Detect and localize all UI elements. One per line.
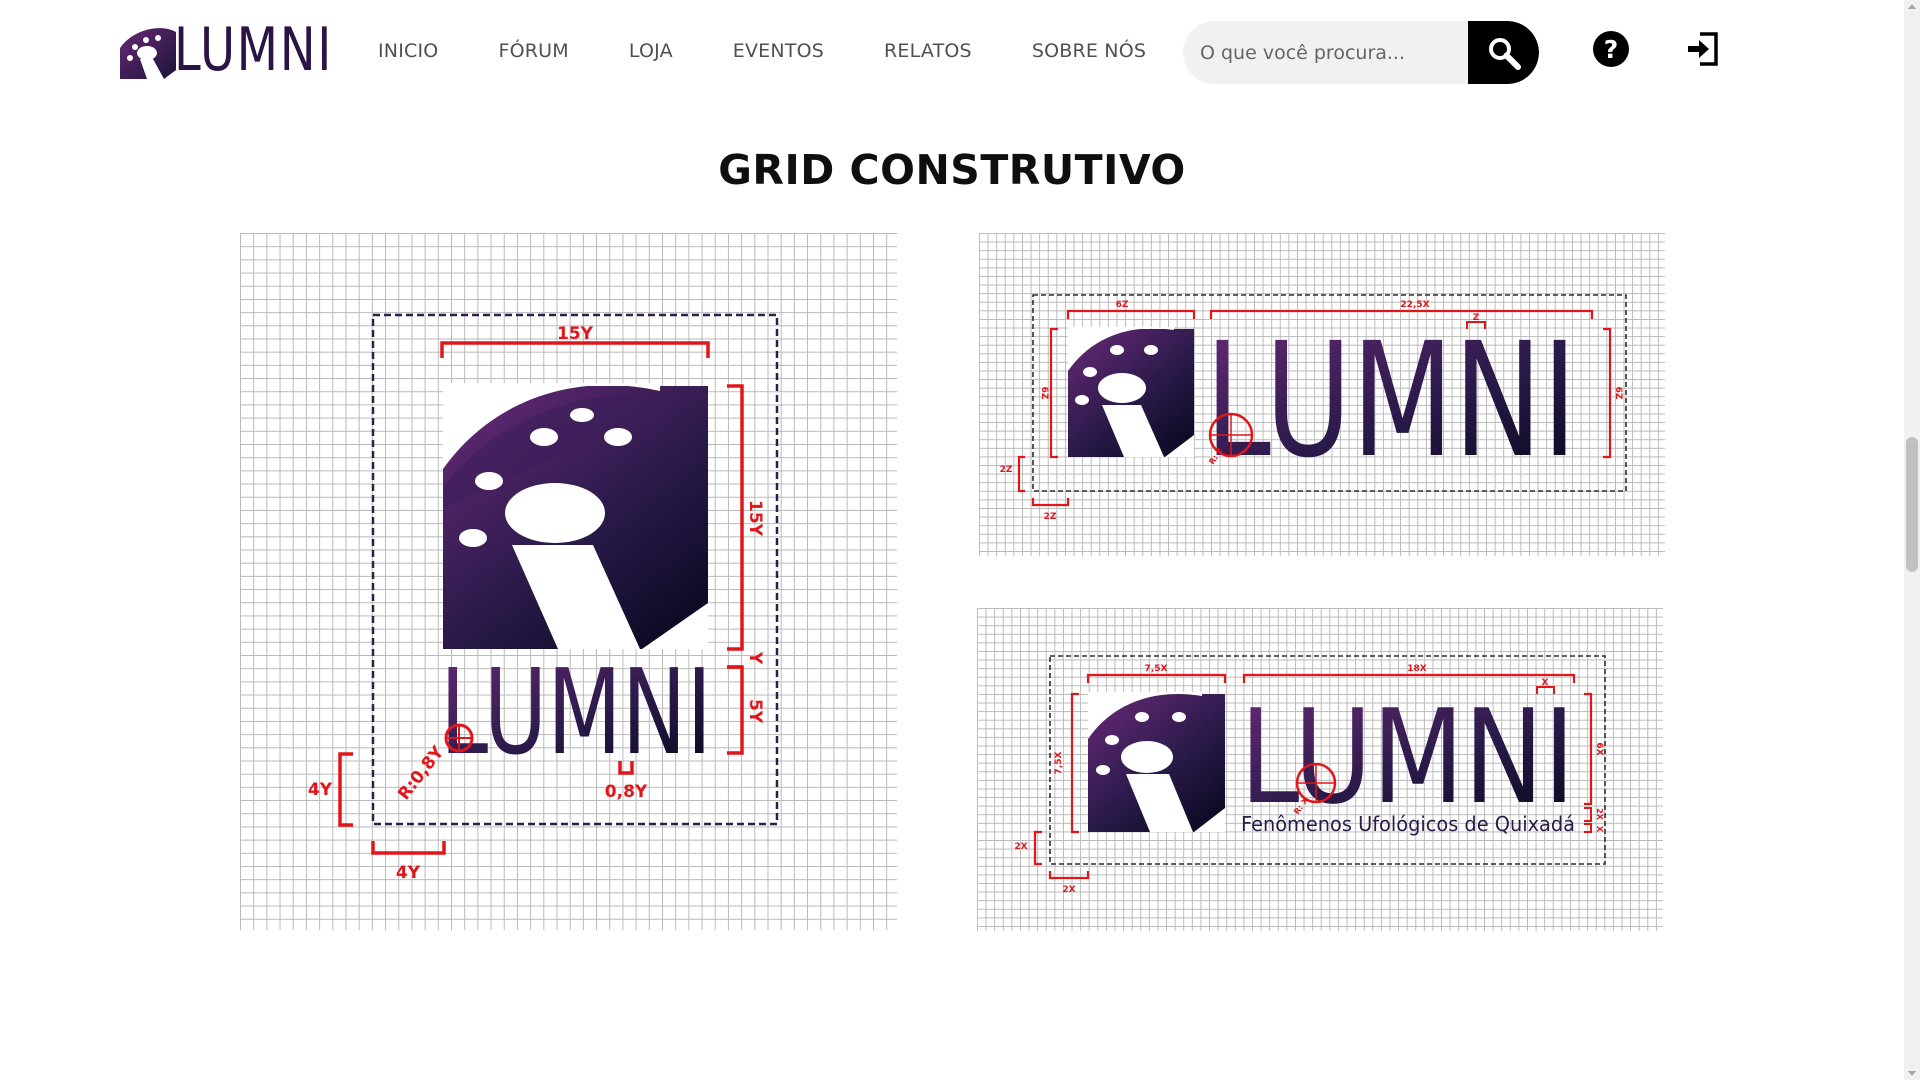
logo-wordmark-vertical: LUMNI	[440, 643, 712, 781]
measure-text-width-x: 18X	[1407, 664, 1427, 674]
measure-height-left-x: 7,5X	[1054, 752, 1064, 775]
measure-margin-bottom-x: 2X	[1062, 885, 1075, 895]
grid-vertical-panel: LUMNI 15Y 15Y Y 5Y R:0,8Y 0,8Y 4Y 4Y	[240, 233, 897, 930]
nav-item-forum[interactable]: FÓRUM	[498, 40, 568, 62]
scroll-down-arrow-icon[interactable]	[1908, 1071, 1916, 1076]
measure-width: 15Y	[557, 324, 594, 344]
ufo-logo-icon	[120, 26, 176, 79]
grid-horizontal-panel: LUMNI 6Z 22,5X Z 6Z 6Z R: Z 2Z 2Z	[979, 233, 1665, 556]
logo-wordmark: LUMNI	[174, 15, 333, 85]
measure-symbol-width-x: 7,5X	[1145, 664, 1168, 674]
measure-symbol-width: 6Z	[1116, 300, 1129, 310]
logo[interactable]: LUMNI	[120, 20, 331, 80]
nav-item-sobre-nos[interactable]: SOBRE NÓS	[1032, 40, 1146, 62]
grid-horizontal-tagline-drawing: LUMNI Fenômenos Ufológicos de Quixadá 7,…	[1014, 655, 1606, 895]
logo-wordmark-tagline: LUMNI	[1240, 681, 1575, 833]
logo-wordmark-horizontal: LUMNI	[1205, 309, 1577, 493]
measure-margin-bottom-z: 2Z	[1044, 512, 1057, 522]
main-nav: INICIO FÓRUM LOJA EVENTOS RELATOS SOBRE …	[378, 40, 1206, 62]
measure-stroke: 0,8Y	[605, 782, 648, 802]
logo-tagline: Fenômenos Ufológicos de Quixadá	[1241, 812, 1575, 836]
nav-item-eventos[interactable]: EVENTOS	[733, 40, 824, 62]
measure-margin-left-z: 2Z	[1000, 465, 1013, 475]
measure-tag-height-x: 2X	[1595, 808, 1604, 821]
measure-height: 15Y	[745, 500, 765, 537]
page-title: GRID CONSTRUTIVO	[718, 146, 1186, 194]
measure-text-width: 22,5X	[1400, 300, 1429, 310]
grid-horizontal-tagline-panel: LUMNI Fenômenos Ufológicos de Quixadá 7,…	[977, 608, 1663, 931]
measure-height-left: 6Z	[1039, 387, 1049, 400]
measure-gap: Y	[745, 651, 765, 665]
page-scrollbar[interactable]	[1904, 0, 1920, 1080]
measure-margin-bottom: 4Y	[396, 863, 421, 883]
logo-symbol-tagline	[1088, 692, 1225, 832]
search-icon	[1488, 37, 1521, 70]
nav-item-inicio[interactable]: INICIO	[378, 40, 438, 62]
measure-tag-gap-x: X	[1595, 826, 1604, 833]
question-circle-icon: ?	[1603, 34, 1619, 64]
nav-item-relatos[interactable]: RELATOS	[884, 40, 972, 62]
help-button[interactable]: ?	[1593, 31, 1629, 67]
measure-height-right-x: 6X	[1594, 742, 1604, 755]
logo-symbol	[443, 383, 708, 649]
grid-vertical-drawing: LUMNI 15Y 15Y Y 5Y R:0,8Y 0,8Y 4Y 4Y	[308, 313, 779, 883]
measure-margin-left: 4Y	[308, 780, 333, 800]
measure-height-right: 6Z	[1613, 387, 1623, 400]
measure-stroke-x: X	[1542, 678, 1549, 688]
search-bar	[1183, 21, 1539, 84]
measure-stroke-z: Z	[1473, 313, 1480, 323]
nav-item-loja[interactable]: LOJA	[629, 40, 673, 62]
grid-horizontal-drawing: LUMNI 6Z 22,5X Z 6Z 6Z R: Z 2Z 2Z	[1000, 294, 1627, 522]
measure-margin-left-x: 2X	[1014, 842, 1027, 852]
search-input[interactable]	[1183, 21, 1468, 84]
scroll-up-arrow-icon[interactable]	[1908, 4, 1916, 9]
scroll-thumb[interactable]	[1906, 437, 1918, 572]
site-header: LUMNI INICIO FÓRUM LOJA EVENTOS RELATOS …	[0, 0, 1904, 105]
logo-symbol-horizontal	[1068, 327, 1194, 457]
login-button[interactable]	[1686, 30, 1720, 68]
search-button[interactable]	[1468, 21, 1539, 84]
measure-text-height: 5Y	[745, 699, 765, 724]
sign-in-icon	[1688, 32, 1718, 66]
